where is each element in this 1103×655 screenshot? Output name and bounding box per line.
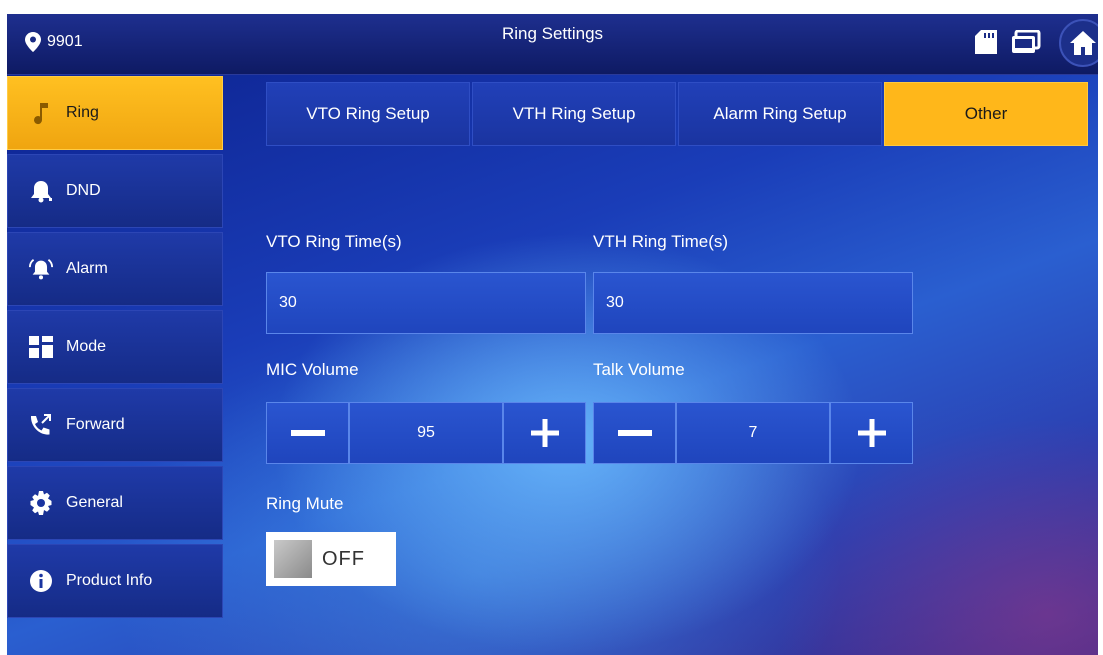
talk-volume-label: Talk Volume <box>593 360 685 379</box>
mic-volume-value: 95 <box>349 402 503 464</box>
tab-bar: VTO Ring Setup VTH Ring Setup Alarm Ring… <box>266 82 1090 146</box>
mic-volume-label: MIC Volume <box>266 360 359 379</box>
sidebar-item-alarm[interactable]: Alarm <box>7 232 223 306</box>
call-forward-icon <box>28 412 54 438</box>
home-icon <box>1070 31 1096 55</box>
talk-volume-decrease-button[interactable] <box>593 402 676 464</box>
sidebar-item-label: Mode <box>66 338 107 355</box>
sidebar-item-product-info[interactable]: Product Info <box>7 544 223 618</box>
ring-mute-toggle[interactable]: OFF <box>266 532 396 586</box>
talk-volume-increase-button[interactable] <box>830 402 913 464</box>
mic-volume-decrease-button[interactable] <box>266 402 349 464</box>
mic-volume-increase-button[interactable] <box>503 402 586 464</box>
talk-volume-stepper: 7 <box>593 402 913 464</box>
toggle-knob <box>274 540 312 578</box>
screen: 9901 Ring Settings Ring DND Alarm Mode F… <box>7 14 1098 655</box>
page-title: Ring Settings <box>501 24 604 43</box>
ring-mute-label: Ring Mute <box>266 494 344 513</box>
sidebar-item-label: Alarm <box>66 260 108 277</box>
sidebar-item-label: Forward <box>66 416 125 433</box>
info-icon <box>28 568 54 594</box>
sidebar-item-general[interactable]: General <box>7 466 223 540</box>
tab-alarm-ring-setup[interactable]: Alarm Ring Setup <box>678 82 882 146</box>
vto-ring-time-label: VTO Ring Time(s) <box>266 232 402 251</box>
sidebar-item-label: General <box>66 494 123 511</box>
music-note-icon <box>28 100 54 126</box>
plus-icon <box>530 419 559 447</box>
sidebar-item-ring[interactable]: Ring <box>7 76 223 150</box>
sidebar-item-mode[interactable]: Mode <box>7 310 223 384</box>
bell-icon <box>28 178 54 204</box>
vto-ring-time-field[interactable]: 30 <box>266 272 586 334</box>
sidebar: Ring DND Alarm Mode Forward General Prod… <box>7 76 223 622</box>
gear-icon <box>28 490 54 516</box>
talk-volume-value: 7 <box>676 402 830 464</box>
sd-card-icon <box>975 30 997 54</box>
mic-volume-stepper: 95 <box>266 402 586 464</box>
home-button[interactable] <box>1059 19 1098 67</box>
grid-icon <box>28 334 54 360</box>
sidebar-item-dnd[interactable]: DND <box>7 154 223 228</box>
toggle-state: OFF <box>322 547 365 570</box>
vth-ring-time-field[interactable]: 30 <box>593 272 913 334</box>
sidebar-item-label: DND <box>66 182 101 199</box>
sidebar-item-label: Ring <box>66 104 99 121</box>
vth-ring-time-label: VTH Ring Time(s) <box>593 232 729 251</box>
alarm-bell-icon <box>28 256 54 282</box>
tab-vth-ring-setup[interactable]: VTH Ring Setup <box>472 82 676 146</box>
tab-other[interactable]: Other <box>884 82 1088 146</box>
top-bar: 9901 Ring Settings <box>7 14 1098 75</box>
sidebar-item-label: Product Info <box>66 572 153 589</box>
minus-icon <box>617 430 652 436</box>
plus-icon <box>857 419 886 447</box>
monitor-icon <box>1012 30 1041 53</box>
tab-vto-ring-setup[interactable]: VTO Ring Setup <box>266 82 470 146</box>
sidebar-item-forward[interactable]: Forward <box>7 388 223 462</box>
minus-icon <box>290 430 325 436</box>
